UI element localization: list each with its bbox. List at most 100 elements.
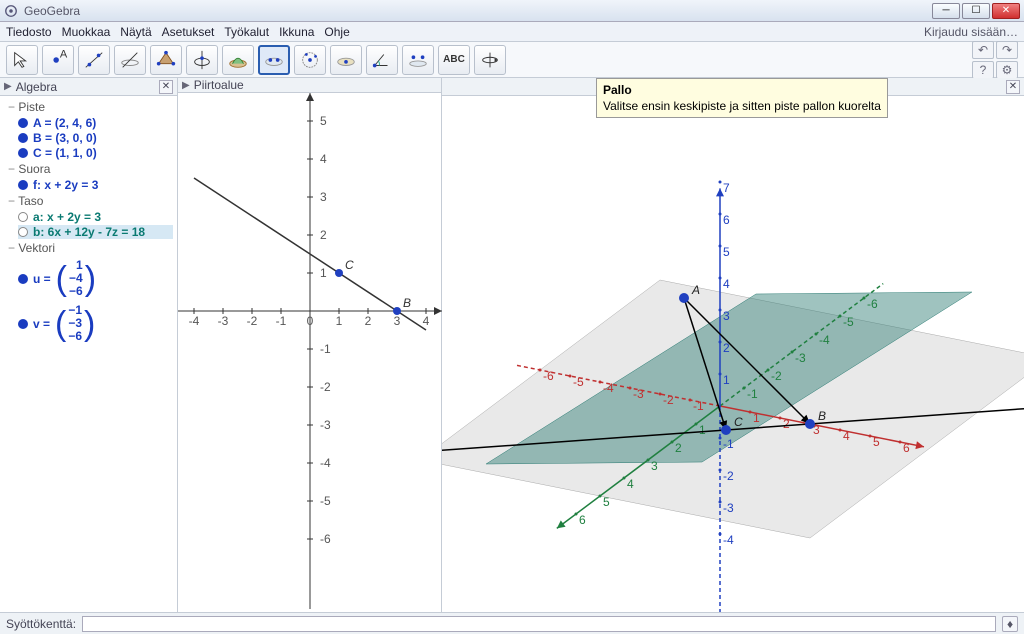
point-icon bbox=[18, 133, 28, 143]
inputbar-input[interactable] bbox=[82, 616, 996, 632]
undo-button[interactable]: ↶ bbox=[972, 41, 994, 59]
graphics2d-header[interactable]: ▶ Piirtoalue bbox=[178, 78, 441, 93]
tool-rotate-view[interactable] bbox=[474, 45, 506, 75]
item-f[interactable]: f: x + 2y = 3 bbox=[18, 178, 173, 192]
svg-text:-2: -2 bbox=[247, 314, 258, 328]
tool-polygon[interactable] bbox=[150, 45, 182, 75]
svg-text:-4: -4 bbox=[189, 314, 200, 328]
tool-perpendicular[interactable] bbox=[114, 45, 146, 75]
menu-window[interactable]: Ikkuna bbox=[279, 25, 314, 39]
svg-text:1: 1 bbox=[723, 373, 730, 387]
svg-text:4: 4 bbox=[723, 277, 730, 291]
svg-text:5: 5 bbox=[723, 245, 730, 259]
redo-button[interactable]: ↷ bbox=[996, 41, 1018, 59]
algebra-header[interactable]: ▶ Algebra ✕ bbox=[0, 78, 177, 96]
item-u[interactable]: u = ( 1−4−6 ) bbox=[18, 259, 173, 298]
svg-text:B: B bbox=[403, 296, 411, 310]
item-C[interactable]: C = (1, 1, 0) bbox=[18, 146, 173, 160]
window-titlebar: GeoGebra ─ ☐ ✕ bbox=[0, 0, 1024, 22]
svg-text:1: 1 bbox=[699, 423, 706, 437]
plane-icon bbox=[18, 212, 28, 222]
tool-intersect-surfaces[interactable] bbox=[222, 45, 254, 75]
svg-text:-1: -1 bbox=[747, 387, 758, 401]
vector-icon bbox=[18, 319, 28, 329]
settings-button[interactable]: ⚙ bbox=[996, 61, 1018, 79]
svg-text:C: C bbox=[345, 258, 354, 272]
svg-text:5: 5 bbox=[873, 435, 880, 449]
svg-text:A: A bbox=[60, 49, 68, 60]
svg-text:-2: -2 bbox=[320, 380, 331, 394]
svg-text:5: 5 bbox=[603, 495, 610, 509]
svg-text:-4: -4 bbox=[723, 533, 734, 547]
algebra-close-button[interactable]: ✕ bbox=[159, 80, 173, 94]
graphics3d-canvas[interactable]: -6-5-4-3-2-1123456-6-5-4-3-2-1123456-4-3… bbox=[442, 96, 1024, 612]
svg-text:-3: -3 bbox=[723, 501, 734, 515]
tool-text[interactable]: ABC bbox=[438, 45, 470, 75]
tool-move[interactable] bbox=[6, 45, 38, 75]
svg-text:-3: -3 bbox=[218, 314, 229, 328]
tool-circle-axis[interactable] bbox=[186, 45, 218, 75]
svg-text:-3: -3 bbox=[795, 351, 806, 365]
menu-file[interactable]: Tiedosto bbox=[6, 25, 52, 39]
item-v[interactable]: v = ( −1−3−6 ) bbox=[18, 304, 173, 343]
help-button[interactable]: ? bbox=[972, 61, 994, 79]
svg-text:-3: -3 bbox=[320, 418, 331, 432]
svg-text:-5: -5 bbox=[843, 315, 854, 329]
svg-text:6: 6 bbox=[723, 213, 730, 227]
graphics2d-title: Piirtoalue bbox=[194, 78, 244, 92]
tool-line[interactable] bbox=[78, 45, 110, 75]
menubar: Tiedosto Muokkaa Näytä Asetukset Työkalu… bbox=[0, 22, 1024, 42]
svg-text:-5: -5 bbox=[320, 494, 331, 508]
toolbar: A ABC ↶ ↷ ? ⚙ bbox=[0, 42, 1024, 78]
point-icon bbox=[18, 148, 28, 158]
graphics2d-canvas[interactable]: -4-3-2-101234-6-5-4-3-2-1123456CB bbox=[178, 93, 441, 612]
tool-reflect[interactable] bbox=[402, 45, 434, 75]
tool-point[interactable]: A bbox=[42, 45, 74, 75]
collapse-icon: ▶ bbox=[182, 80, 190, 91]
menu-edit[interactable]: Muokkaa bbox=[62, 25, 111, 39]
g2d-svg: -4-3-2-101234-6-5-4-3-2-1123456CB bbox=[178, 93, 442, 609]
close-button[interactable]: ✕ bbox=[992, 3, 1020, 19]
svg-text:7: 7 bbox=[723, 181, 730, 195]
graphics3d-close-button[interactable]: ✕ bbox=[1006, 80, 1020, 94]
inputbar-label: Syöttökenttä: bbox=[6, 617, 76, 631]
item-a[interactable]: a: x + 2y = 3 bbox=[18, 210, 173, 224]
tooltip-body: Valitse ensin keskipiste ja sitten piste… bbox=[603, 99, 881, 113]
svg-text:-3: -3 bbox=[633, 387, 644, 401]
line-icon bbox=[18, 180, 28, 190]
vector-u-value: ( 1−4−6 ) bbox=[56, 259, 96, 298]
category-suora[interactable]: Suora bbox=[8, 162, 173, 176]
collapse-icon: ▶ bbox=[4, 81, 12, 92]
menu-tools[interactable]: Työkalut bbox=[224, 25, 269, 39]
menu-view[interactable]: Näytä bbox=[120, 25, 151, 39]
svg-text:3: 3 bbox=[320, 190, 327, 204]
menu-settings[interactable]: Asetukset bbox=[162, 25, 215, 39]
category-vektori[interactable]: Vektori bbox=[8, 241, 173, 255]
svg-text:2: 2 bbox=[365, 314, 372, 328]
item-A[interactable]: A = (2, 4, 6) bbox=[18, 116, 173, 130]
item-b[interactable]: b: 6x + 12y - 7z = 18 bbox=[18, 225, 173, 239]
svg-text:-1: -1 bbox=[320, 342, 331, 356]
category-piste[interactable]: Piste bbox=[8, 100, 173, 114]
tool-sphere-radius[interactable] bbox=[294, 45, 326, 75]
maximize-button[interactable]: ☐ bbox=[962, 3, 990, 19]
item-B[interactable]: B = (3, 0, 0) bbox=[18, 131, 173, 145]
svg-text:2: 2 bbox=[783, 417, 790, 431]
minimize-button[interactable]: ─ bbox=[932, 3, 960, 19]
svg-text:1: 1 bbox=[753, 411, 760, 425]
tool-plane-3points[interactable] bbox=[330, 45, 362, 75]
menu-help[interactable]: Ohje bbox=[324, 25, 349, 39]
svg-text:-1: -1 bbox=[723, 437, 734, 451]
tool-sphere[interactable] bbox=[258, 45, 290, 75]
category-taso[interactable]: Taso bbox=[8, 194, 173, 208]
graphics3d-panel: Pallo Valitse ensin keskipiste ja sitten… bbox=[442, 78, 1024, 612]
plane-icon bbox=[18, 227, 28, 237]
inputbar-help-button[interactable]: ♦ bbox=[1002, 616, 1018, 632]
tool-angle[interactable] bbox=[366, 45, 398, 75]
svg-text:2: 2 bbox=[320, 228, 327, 242]
signin-link[interactable]: Kirjaudu sisään… bbox=[924, 25, 1018, 39]
svg-text:5: 5 bbox=[320, 114, 327, 128]
svg-text:0: 0 bbox=[307, 314, 314, 328]
svg-text:3: 3 bbox=[651, 459, 658, 473]
vector-v-value: ( −1−3−6 ) bbox=[55, 304, 95, 343]
